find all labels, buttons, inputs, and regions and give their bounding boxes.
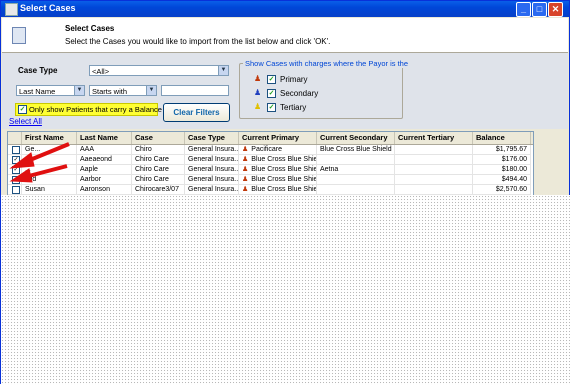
select-cases-window: Select Cases _ □ ✕ Select Cases Select t… bbox=[0, 0, 570, 385]
arrow-head-2 bbox=[9, 168, 33, 183]
arrow-head-1 bbox=[9, 152, 35, 169]
annotation-arrows bbox=[9, 142, 70, 183]
arrow-annotation-2 bbox=[24, 164, 68, 179]
